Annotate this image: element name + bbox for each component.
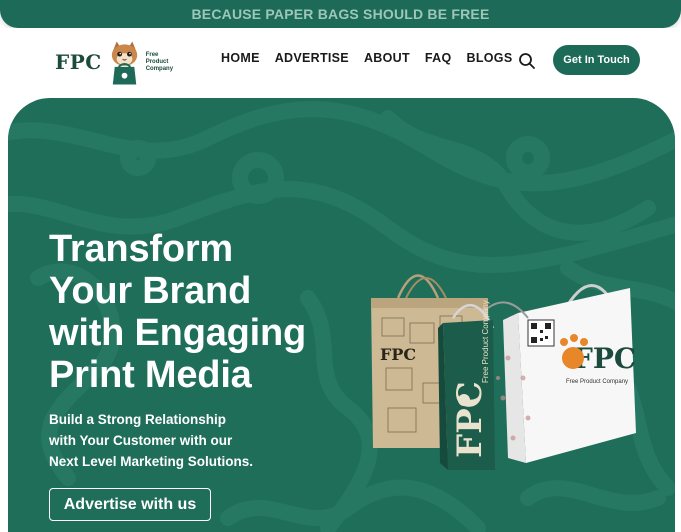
nav-faq[interactable]: FAQ [425,51,452,65]
kraft-bag-label: FPC [380,345,416,364]
logo-wordmark: FPC [55,50,102,74]
nav-blogs[interactable]: BLOGS [467,51,513,65]
green-bag-label: FPC [450,381,490,458]
hero-section: Transform Your Brand with Engaging Print… [8,98,675,532]
cat-mascot-icon [111,41,137,85]
logo[interactable]: FPC Free Product Company [55,36,175,88]
green-bag-tagline: Free Product Company [481,300,490,383]
nav-advertise[interactable]: ADVERTISE [275,51,349,65]
search-icon[interactable] [518,52,536,70]
paper-bags-illustration: FPC FPC Free Product Company FPC Free Pr… [371,274,636,470]
main-nav: HOME ADVERTISE ABOUT FAQ BLOGS [221,51,527,65]
announcement-bar: BECAUSE PAPER BAGS SHOULD BE FREE [0,0,681,28]
hero-title: Transform Your Brand with Engaging Print… [49,228,307,396]
advertise-with-us-button[interactable]: Advertise with us [49,488,211,521]
white-bag: FPC Free Product Company [487,284,636,463]
nav-about[interactable]: ABOUT [364,51,410,65]
hero-subtitle: Build a Strong Relationship with Your Cu… [49,412,254,469]
logo-tagline: Free Product Company [145,51,174,72]
nav-home[interactable]: HOME [221,51,260,65]
green-bag: FPC Free Product Company [438,300,495,470]
navbar: FPC Free Product Company HOME ADVERTISE … [0,28,681,96]
white-bag-tagline: Free Product Company [566,379,628,385]
get-in-touch-button[interactable]: Get In Touch [553,45,640,75]
announcement-text: BECAUSE PAPER BAGS SHOULD BE FREE [191,6,490,22]
